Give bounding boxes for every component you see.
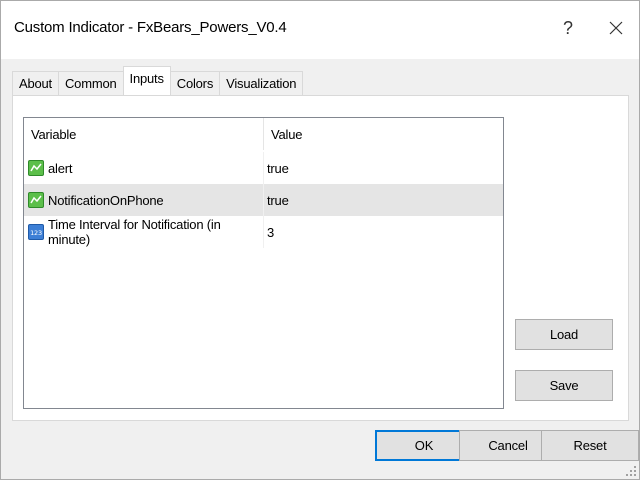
- value-cell[interactable]: true: [264, 152, 503, 184]
- inputs-tab-panel: Variable Value alert true NotificationOn…: [12, 95, 629, 421]
- resize-grip-icon[interactable]: [626, 466, 636, 476]
- title-bar: Custom Indicator - FxBears_Powers_V0.4 ?: [1, 1, 639, 59]
- value-cell[interactable]: true: [264, 184, 503, 216]
- inputs-list[interactable]: Variable Value alert true NotificationOn…: [23, 117, 504, 409]
- close-button[interactable]: [596, 11, 636, 45]
- variable-name: alert: [48, 160, 73, 176]
- integer-icon: 123: [28, 224, 44, 240]
- custom-indicator-dialog: Custom Indicator - FxBears_Powers_V0.4 ?…: [0, 0, 640, 480]
- tab-about[interactable]: About: [12, 71, 59, 95]
- load-button[interactable]: Load: [515, 319, 613, 350]
- tab-colors[interactable]: Colors: [169, 71, 221, 95]
- variable-cell: alert: [24, 152, 264, 184]
- tab-inputs[interactable]: Inputs: [122, 66, 171, 95]
- column-header-variable[interactable]: Variable: [24, 118, 264, 150]
- variable-name: Time Interval for Notification (in minut…: [48, 217, 221, 247]
- variable-cell: NotificationOnPhone: [24, 184, 264, 216]
- svg-text:123: 123: [30, 229, 42, 237]
- boolean-icon: [28, 160, 44, 176]
- table-row[interactable]: 123 Time Interval for Notification (in m…: [24, 216, 503, 248]
- reset-button[interactable]: Reset: [541, 430, 639, 461]
- tab-visualization[interactable]: Visualization: [219, 71, 304, 95]
- window-title: Custom Indicator - FxBears_Powers_V0.4: [14, 19, 287, 36]
- table-row[interactable]: alert true: [24, 152, 503, 184]
- column-header-value[interactable]: Value: [264, 118, 503, 150]
- value-cell[interactable]: 3: [264, 216, 503, 248]
- tab-strip: About Common Inputs Colors Visualization: [12, 66, 304, 95]
- variable-name: NotificationOnPhone: [48, 192, 164, 208]
- list-header: Variable Value: [24, 118, 503, 150]
- save-button[interactable]: Save: [515, 370, 613, 401]
- list-rows: alert true NotificationOnPhone true 123 …: [24, 152, 503, 248]
- close-icon: [609, 21, 623, 35]
- tab-common[interactable]: Common: [57, 71, 124, 95]
- table-row[interactable]: NotificationOnPhone true: [24, 184, 503, 216]
- variable-cell: 123 Time Interval for Notification (in m…: [24, 216, 264, 248]
- boolean-icon: [28, 192, 44, 208]
- help-button[interactable]: ?: [548, 11, 588, 45]
